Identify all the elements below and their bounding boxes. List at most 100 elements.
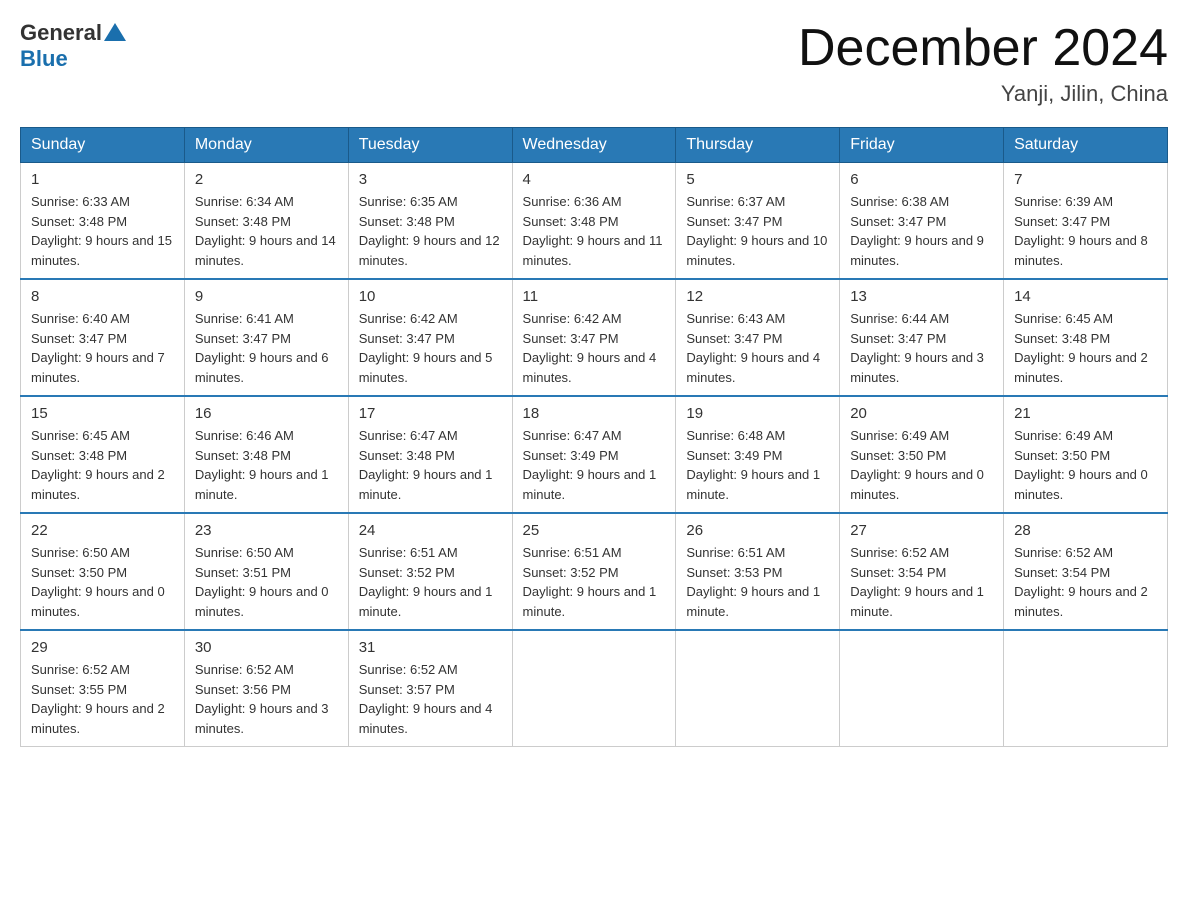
table-row: 14 Sunrise: 6:45 AM Sunset: 3:48 PM Dayl… [1004,279,1168,396]
day-number: 26 [686,522,829,539]
day-info: Sunrise: 6:42 AM Sunset: 3:47 PM Dayligh… [359,309,502,387]
month-title: December 2024 [798,20,1168,77]
logo-blue-text: Blue [20,46,68,71]
day-info: Sunrise: 6:50 AM Sunset: 3:50 PM Dayligh… [31,543,174,621]
day-info: Sunrise: 6:45 AM Sunset: 3:48 PM Dayligh… [31,426,174,504]
day-info: Sunrise: 6:36 AM Sunset: 3:48 PM Dayligh… [523,192,666,270]
day-info: Sunrise: 6:37 AM Sunset: 3:47 PM Dayligh… [686,192,829,270]
day-info: Sunrise: 6:38 AM Sunset: 3:47 PM Dayligh… [850,192,993,270]
table-row: 27 Sunrise: 6:52 AM Sunset: 3:54 PM Dayl… [840,513,1004,630]
day-info: Sunrise: 6:51 AM Sunset: 3:52 PM Dayligh… [359,543,502,621]
col-tuesday: Tuesday [348,128,512,163]
day-number: 13 [850,288,993,305]
table-row [512,630,676,747]
table-row: 3 Sunrise: 6:35 AM Sunset: 3:48 PM Dayli… [348,163,512,280]
day-info: Sunrise: 6:42 AM Sunset: 3:47 PM Dayligh… [523,309,666,387]
table-row: 20 Sunrise: 6:49 AM Sunset: 3:50 PM Dayl… [840,396,1004,513]
table-row [1004,630,1168,747]
day-number: 24 [359,522,502,539]
table-row: 28 Sunrise: 6:52 AM Sunset: 3:54 PM Dayl… [1004,513,1168,630]
day-info: Sunrise: 6:47 AM Sunset: 3:48 PM Dayligh… [359,426,502,504]
table-row [676,630,840,747]
day-number: 2 [195,171,338,188]
day-number: 9 [195,288,338,305]
title-section: December 2024 Yanji, Jilin, China [798,20,1168,107]
day-number: 10 [359,288,502,305]
table-row: 5 Sunrise: 6:37 AM Sunset: 3:47 PM Dayli… [676,163,840,280]
calendar-week-row: 8 Sunrise: 6:40 AM Sunset: 3:47 PM Dayli… [21,279,1168,396]
table-row: 22 Sunrise: 6:50 AM Sunset: 3:50 PM Dayl… [21,513,185,630]
page-header: General Blue December 2024 Yanji, Jilin,… [20,20,1168,107]
day-number: 1 [31,171,174,188]
day-number: 4 [523,171,666,188]
logo-general-text: General [20,20,102,46]
day-number: 21 [1014,405,1157,422]
day-number: 18 [523,405,666,422]
day-number: 28 [1014,522,1157,539]
table-row: 18 Sunrise: 6:47 AM Sunset: 3:49 PM Dayl… [512,396,676,513]
table-row: 15 Sunrise: 6:45 AM Sunset: 3:48 PM Dayl… [21,396,185,513]
day-info: Sunrise: 6:49 AM Sunset: 3:50 PM Dayligh… [850,426,993,504]
table-row: 13 Sunrise: 6:44 AM Sunset: 3:47 PM Dayl… [840,279,1004,396]
table-row: 25 Sunrise: 6:51 AM Sunset: 3:52 PM Dayl… [512,513,676,630]
table-row: 29 Sunrise: 6:52 AM Sunset: 3:55 PM Dayl… [21,630,185,747]
calendar-week-row: 29 Sunrise: 6:52 AM Sunset: 3:55 PM Dayl… [21,630,1168,747]
table-row: 12 Sunrise: 6:43 AM Sunset: 3:47 PM Dayl… [676,279,840,396]
day-info: Sunrise: 6:40 AM Sunset: 3:47 PM Dayligh… [31,309,174,387]
day-number: 16 [195,405,338,422]
logo: General Blue [20,20,126,72]
day-number: 30 [195,639,338,656]
logo-triangle-icon [104,21,126,43]
table-row: 31 Sunrise: 6:52 AM Sunset: 3:57 PM Dayl… [348,630,512,747]
day-info: Sunrise: 6:34 AM Sunset: 3:48 PM Dayligh… [195,192,338,270]
day-info: Sunrise: 6:45 AM Sunset: 3:48 PM Dayligh… [1014,309,1157,387]
day-info: Sunrise: 6:50 AM Sunset: 3:51 PM Dayligh… [195,543,338,621]
table-row: 1 Sunrise: 6:33 AM Sunset: 3:48 PM Dayli… [21,163,185,280]
day-info: Sunrise: 6:52 AM Sunset: 3:56 PM Dayligh… [195,660,338,738]
day-info: Sunrise: 6:33 AM Sunset: 3:48 PM Dayligh… [31,192,174,270]
day-number: 22 [31,522,174,539]
col-sunday: Sunday [21,128,185,163]
table-row: 7 Sunrise: 6:39 AM Sunset: 3:47 PM Dayli… [1004,163,1168,280]
day-number: 19 [686,405,829,422]
calendar-table: Sunday Monday Tuesday Wednesday Thursday… [20,127,1168,747]
table-row: 17 Sunrise: 6:47 AM Sunset: 3:48 PM Dayl… [348,396,512,513]
day-info: Sunrise: 6:41 AM Sunset: 3:47 PM Dayligh… [195,309,338,387]
day-info: Sunrise: 6:44 AM Sunset: 3:47 PM Dayligh… [850,309,993,387]
day-number: 5 [686,171,829,188]
table-row: 30 Sunrise: 6:52 AM Sunset: 3:56 PM Dayl… [184,630,348,747]
table-row: 26 Sunrise: 6:51 AM Sunset: 3:53 PM Dayl… [676,513,840,630]
table-row: 23 Sunrise: 6:50 AM Sunset: 3:51 PM Dayl… [184,513,348,630]
day-info: Sunrise: 6:49 AM Sunset: 3:50 PM Dayligh… [1014,426,1157,504]
day-number: 11 [523,288,666,305]
day-number: 15 [31,405,174,422]
col-saturday: Saturday [1004,128,1168,163]
table-row: 6 Sunrise: 6:38 AM Sunset: 3:47 PM Dayli… [840,163,1004,280]
table-row: 21 Sunrise: 6:49 AM Sunset: 3:50 PM Dayl… [1004,396,1168,513]
calendar-header-row: Sunday Monday Tuesday Wednesday Thursday… [21,128,1168,163]
day-info: Sunrise: 6:52 AM Sunset: 3:57 PM Dayligh… [359,660,502,738]
day-info: Sunrise: 6:52 AM Sunset: 3:54 PM Dayligh… [850,543,993,621]
calendar-week-row: 22 Sunrise: 6:50 AM Sunset: 3:50 PM Dayl… [21,513,1168,630]
table-row: 9 Sunrise: 6:41 AM Sunset: 3:47 PM Dayli… [184,279,348,396]
day-number: 8 [31,288,174,305]
col-wednesday: Wednesday [512,128,676,163]
day-number: 3 [359,171,502,188]
day-number: 27 [850,522,993,539]
day-info: Sunrise: 6:51 AM Sunset: 3:53 PM Dayligh… [686,543,829,621]
day-info: Sunrise: 6:35 AM Sunset: 3:48 PM Dayligh… [359,192,502,270]
table-row: 16 Sunrise: 6:46 AM Sunset: 3:48 PM Dayl… [184,396,348,513]
table-row: 19 Sunrise: 6:48 AM Sunset: 3:49 PM Dayl… [676,396,840,513]
table-row: 11 Sunrise: 6:42 AM Sunset: 3:47 PM Dayl… [512,279,676,396]
calendar-week-row: 15 Sunrise: 6:45 AM Sunset: 3:48 PM Dayl… [21,396,1168,513]
day-number: 12 [686,288,829,305]
day-info: Sunrise: 6:43 AM Sunset: 3:47 PM Dayligh… [686,309,829,387]
col-thursday: Thursday [676,128,840,163]
col-monday: Monday [184,128,348,163]
day-info: Sunrise: 6:52 AM Sunset: 3:55 PM Dayligh… [31,660,174,738]
day-number: 25 [523,522,666,539]
day-info: Sunrise: 6:52 AM Sunset: 3:54 PM Dayligh… [1014,543,1157,621]
day-number: 14 [1014,288,1157,305]
day-number: 23 [195,522,338,539]
table-row: 4 Sunrise: 6:36 AM Sunset: 3:48 PM Dayli… [512,163,676,280]
